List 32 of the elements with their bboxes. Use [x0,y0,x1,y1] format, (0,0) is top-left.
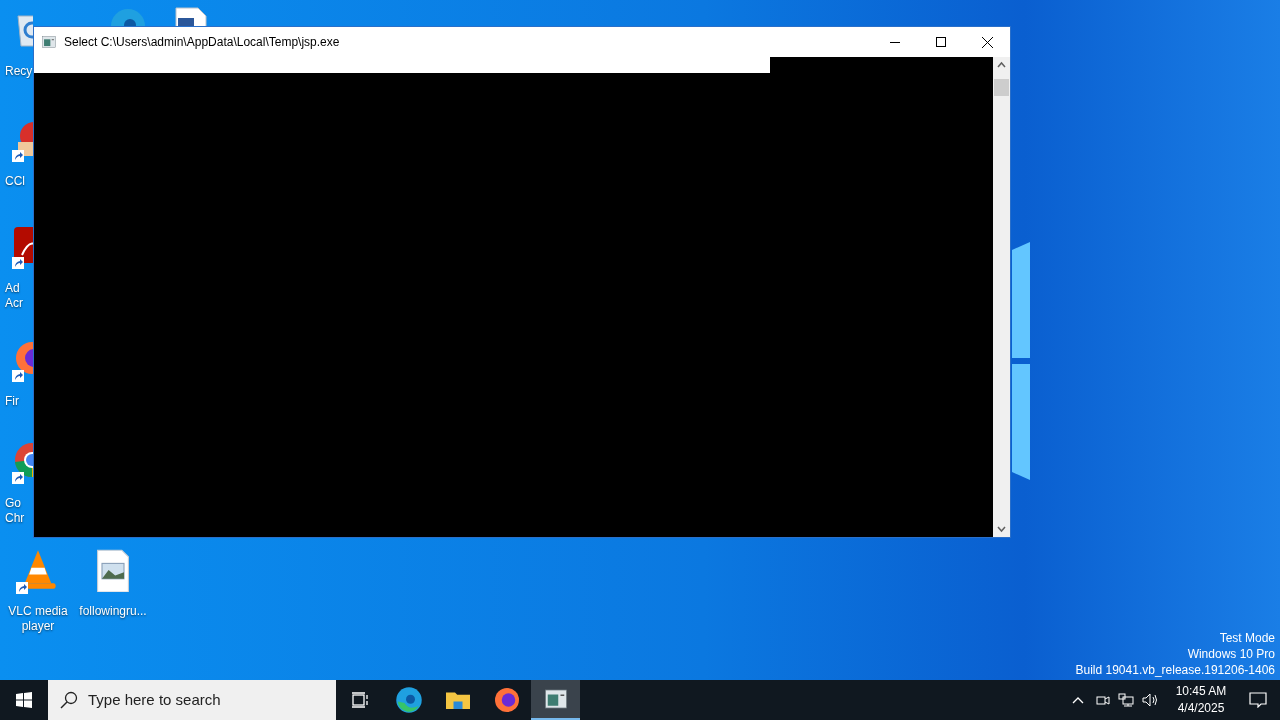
console-window-icon [40,33,58,51]
edge-icon [393,685,424,715]
minimize-icon [890,41,900,43]
icon-label: Go Chr [4,496,26,526]
close-icon [981,36,993,48]
clock-date: 4/4/2025 [1177,700,1225,717]
icon-label: Ad Acr [4,281,24,311]
speech-bubble-icon [1249,692,1267,708]
search-icon [60,691,78,709]
icon-label: followingru... [79,604,147,619]
window-title: Select C:\Users\admin\AppData\Local\Temp\jsp.exe [64,34,340,51]
scroll-thumb[interactable] [994,79,1009,96]
watermark-text: Build 19041.vb_release.191206-1406 [1075,662,1275,678]
network-icon[interactable] [1118,693,1134,707]
watermark-text: Windows 10 Pro [1187,646,1275,662]
watermark-text: Test Mode [1219,630,1275,646]
chevron-up-icon[interactable] [1072,696,1084,704]
clock[interactable]: 10:45 AM 4/4/2025 [1170,683,1232,717]
search-box[interactable]: Type here to search [48,680,336,720]
icon-label: Recy [4,64,33,79]
task-view-icon [351,692,369,708]
icon-label: VLC media player [8,604,68,634]
camera-icon[interactable] [1096,693,1110,707]
scrollbar[interactable] [993,57,1010,537]
speaker-icon[interactable] [1142,693,1160,707]
clock-time: 10:45 AM [1175,683,1227,700]
maximize-icon [936,37,946,47]
icon-label: Fir [4,394,20,409]
icon-label: CCl [4,174,26,189]
windows-icon [16,692,32,708]
taskbar-app[interactable] [531,680,580,720]
search-input[interactable]: Type here to search [88,688,318,712]
